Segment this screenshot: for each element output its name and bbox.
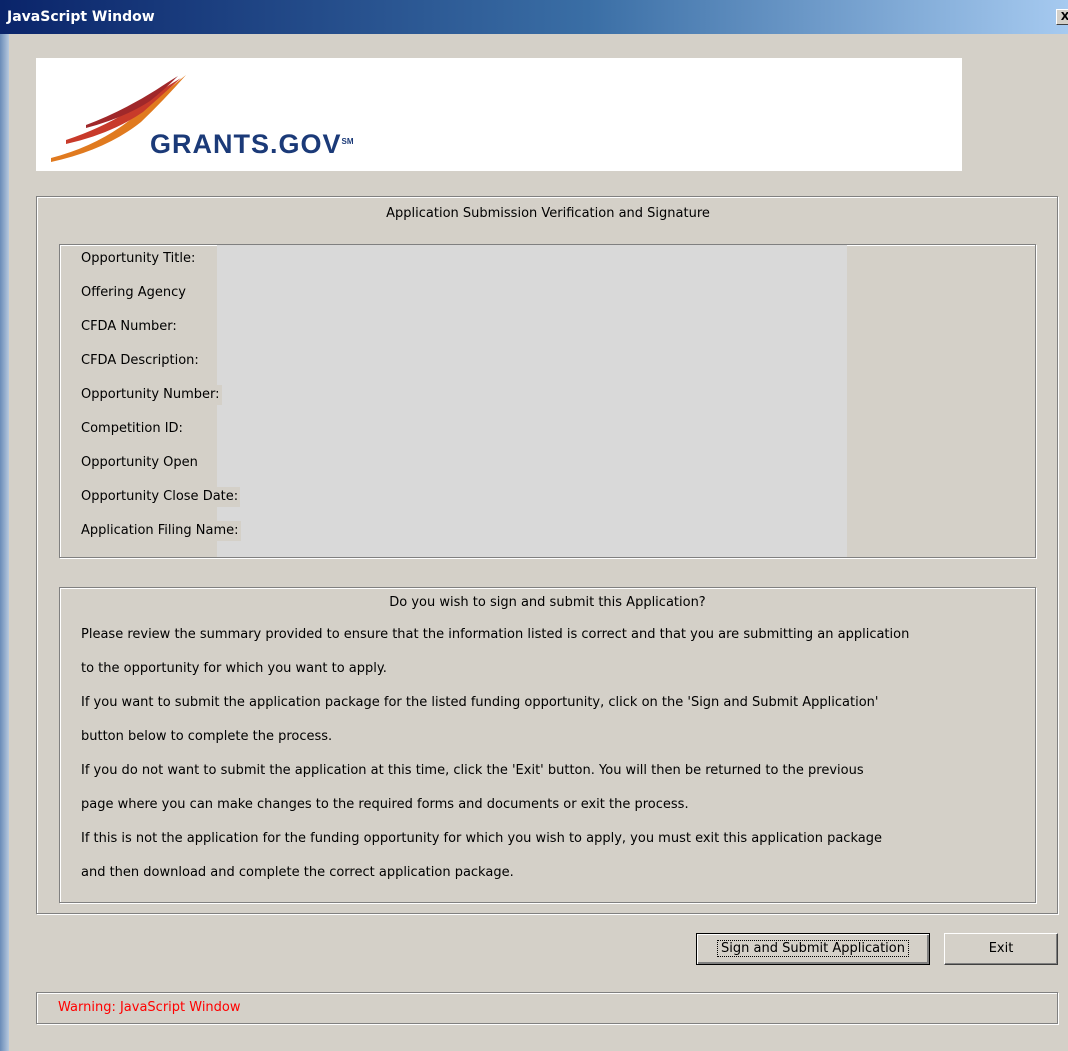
grants-gov-logo: GRANTS.GOVSM [36, 58, 962, 171]
submission-group: Application Submission Verification and … [36, 196, 1058, 914]
redacted-values-area [217, 245, 847, 557]
instruction-line: button below to complete the process. [81, 729, 333, 744]
window-left-edge [0, 34, 9, 1051]
exit-label: Exit [988, 941, 1014, 956]
field-opportunity-number: Opportunity Number: [81, 385, 222, 405]
field-opportunity-title: Opportunity Title: [81, 249, 198, 269]
instruction-line: If you want to submit the application pa… [81, 695, 879, 710]
close-button[interactable]: X [1056, 9, 1068, 25]
field-opportunity-open: Opportunity Open [81, 453, 200, 473]
instruction-line: page where you can make changes to the r… [81, 797, 689, 812]
section-title: Application Submission Verification and … [386, 206, 710, 221]
warning-status-box: Warning: JavaScript Window [36, 992, 1058, 1024]
field-cfda-number: CFDA Number: [81, 317, 179, 337]
instruction-line: and then download and complete the corre… [81, 865, 514, 880]
warning-text: Warning: JavaScript Window [58, 1000, 241, 1015]
window-titlebar: JavaScript Window X [0, 0, 1068, 34]
opportunity-info-panel: Opportunity Title: Offering Agency CFDA … [59, 244, 1036, 558]
instruction-line: to the opportunity for which you want to… [81, 661, 387, 676]
instruction-line: Please review the summary provided to en… [81, 627, 910, 642]
logo-wordmark: GRANTS.GOVSM [150, 129, 354, 160]
instruction-line: If you do not want to submit the applica… [81, 763, 864, 778]
field-application-filing-name: Application Filing Name: [81, 521, 241, 541]
confirmation-question: Do you wish to sign and submit this Appl… [389, 595, 706, 610]
field-competition-id: Competition ID: [81, 419, 185, 439]
field-opportunity-close-date: Opportunity Close Date: [81, 487, 241, 507]
field-cfda-description: CFDA Description: [81, 351, 201, 371]
sign-and-submit-label: Sign and Submit Application [717, 940, 909, 957]
instruction-line: If this is not the application for the f… [81, 831, 882, 846]
logo-sm-mark: SM [341, 137, 354, 146]
exit-button[interactable]: Exit [944, 933, 1058, 965]
logo-text: GRANTS.GOV [150, 129, 342, 159]
confirmation-panel: Do you wish to sign and submit this Appl… [59, 587, 1036, 903]
window-title: JavaScript Window [7, 9, 155, 25]
sign-and-submit-button[interactable]: Sign and Submit Application [696, 933, 930, 965]
close-icon: X [1060, 10, 1068, 23]
field-offering-agency: Offering Agency [81, 283, 188, 303]
